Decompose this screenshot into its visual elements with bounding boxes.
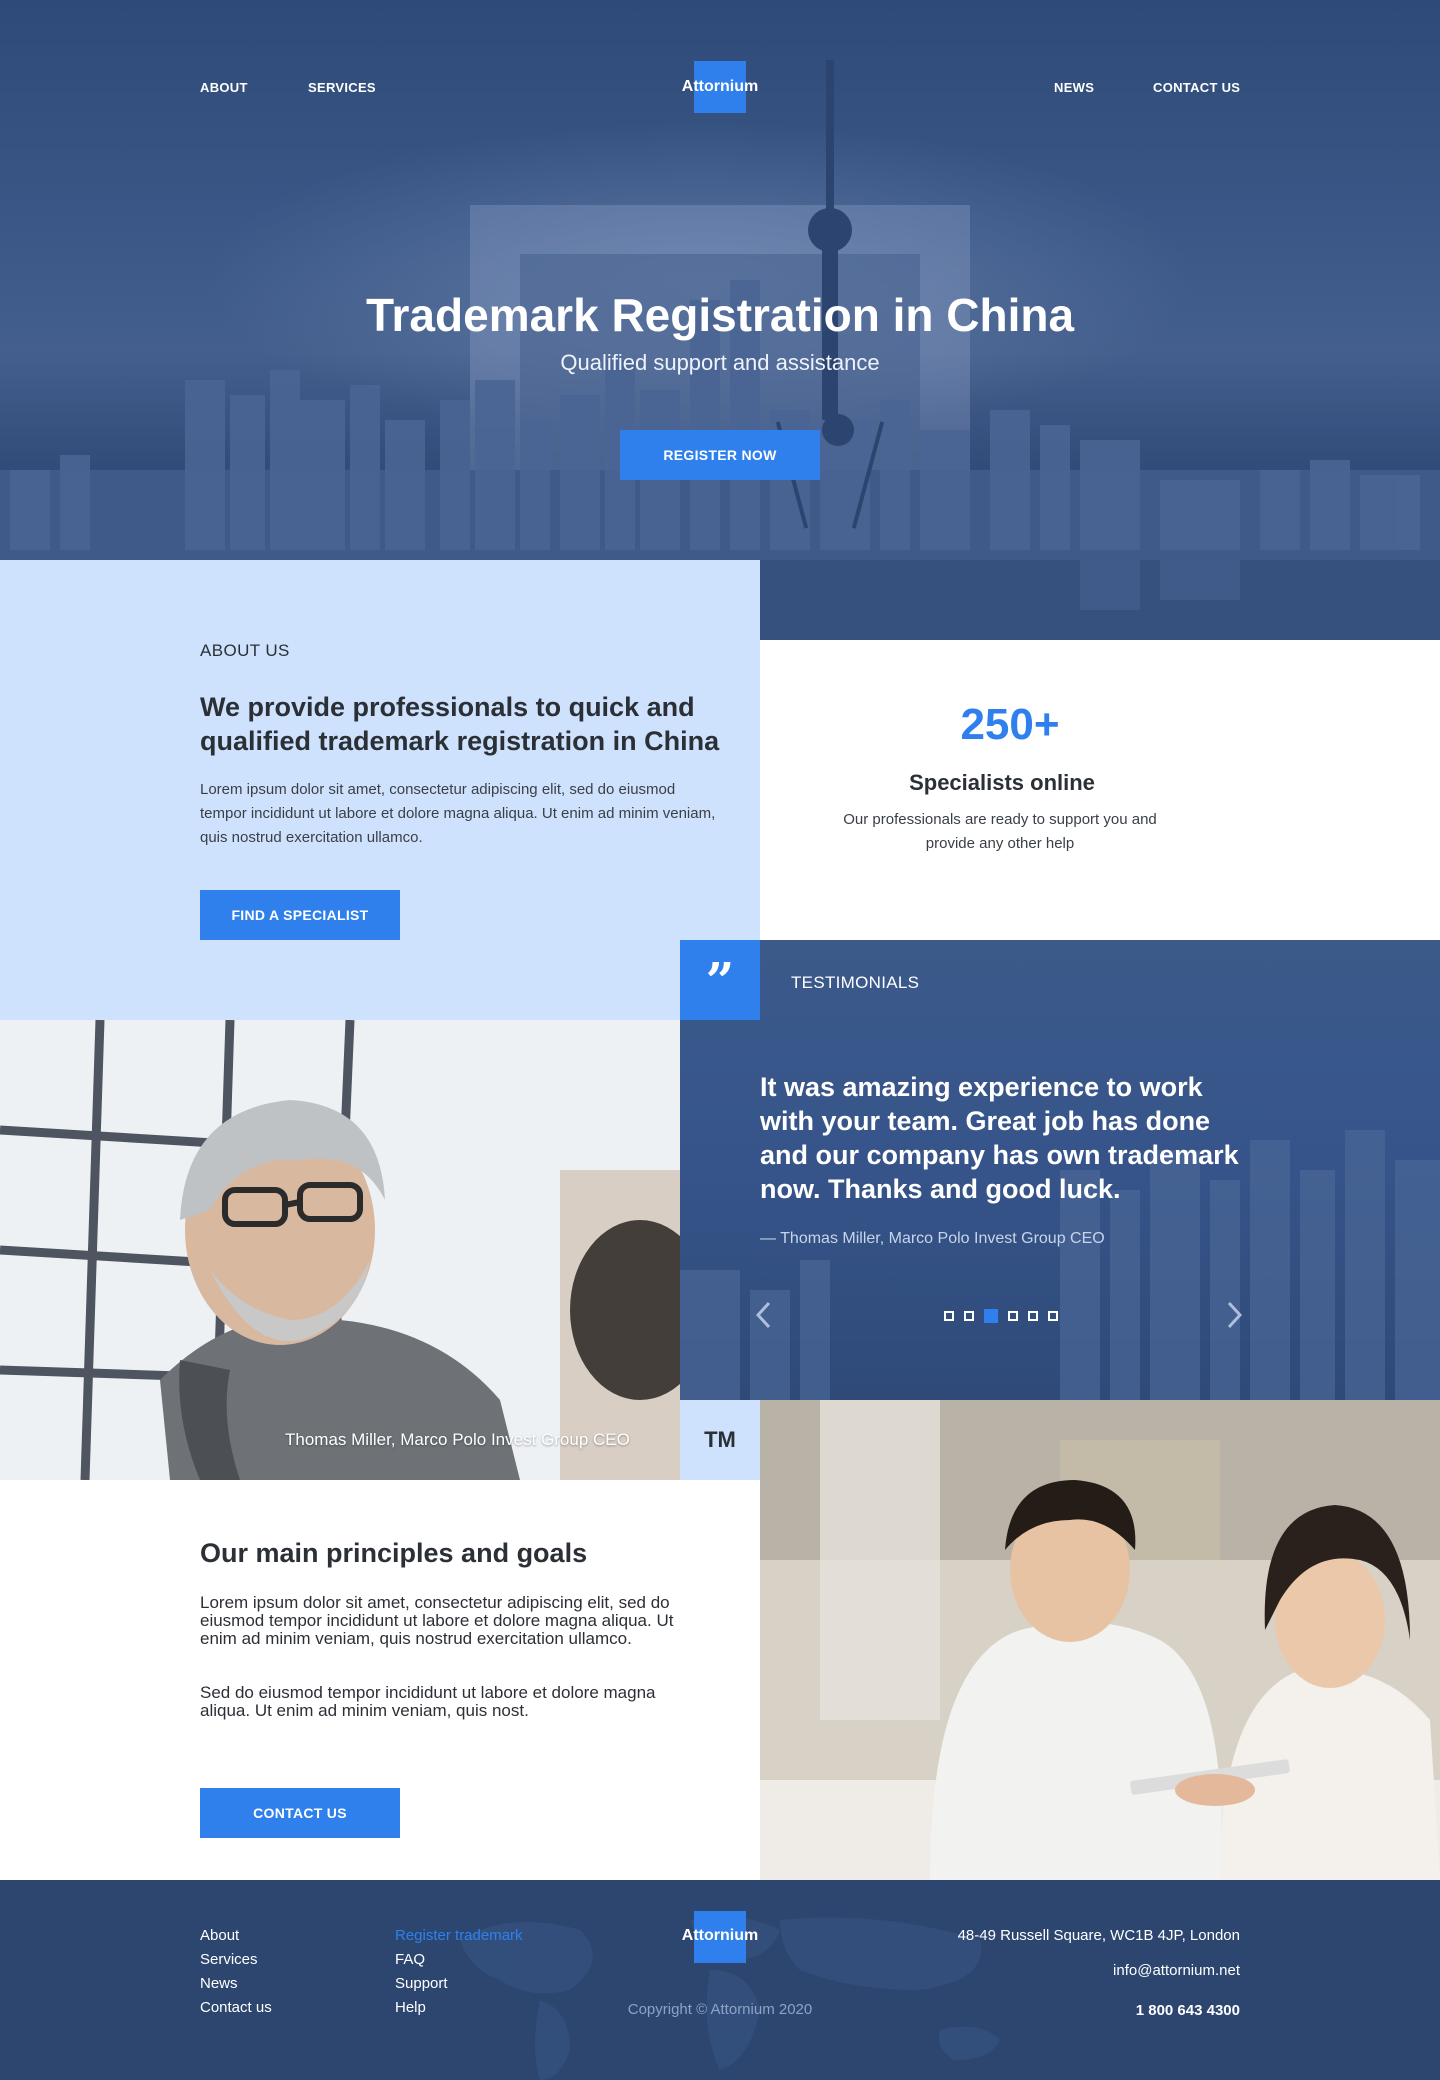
register-now-button[interactable]: REGISTER NOW bbox=[620, 430, 820, 480]
footer-phone[interactable]: 1 800 643 4300 bbox=[1136, 2002, 1240, 2019]
chevron-right-icon[interactable] bbox=[1226, 1300, 1244, 1336]
nav-contact-us[interactable]: CONTACT US bbox=[1153, 80, 1240, 95]
principles-paragraph-1: Lorem ipsum dolor sit amet, consectetur … bbox=[200, 1593, 674, 1648]
person-photo-image bbox=[0, 1020, 680, 1480]
carousel-dot-4[interactable] bbox=[1008, 1311, 1018, 1321]
nav-news[interactable]: NEWS bbox=[1054, 80, 1094, 95]
hero-title: Trademark Registration in China bbox=[365, 289, 1075, 341]
quote-icon: ” bbox=[680, 940, 760, 1020]
tm-badge: TM bbox=[680, 1400, 760, 1480]
footer-link-contact-us[interactable]: Contact us bbox=[200, 1999, 272, 2016]
about-eyebrow: ABOUT US bbox=[200, 641, 290, 660]
about-body: Lorem ipsum dolor sit amet, consectetur … bbox=[200, 781, 716, 846]
carousel-dot-1[interactable] bbox=[944, 1311, 954, 1321]
chevron-left-icon[interactable] bbox=[754, 1300, 772, 1336]
principles-paragraph-2: Sed do eiusmod tempor incididunt ut labo… bbox=[200, 1683, 656, 1720]
logo[interactable]: Attornium bbox=[660, 78, 780, 96]
footer-address: 48-49 Russell Square, WC1B 4JP, London bbox=[957, 1927, 1240, 1944]
nav-about[interactable]: ABOUT bbox=[200, 80, 248, 95]
carousel-dot-5[interactable] bbox=[1028, 1311, 1038, 1321]
footer-logo[interactable]: Attornium bbox=[660, 1927, 780, 1945]
stat-description: Our professionals are ready to support y… bbox=[843, 811, 1157, 852]
nav-services[interactable]: SERVICES bbox=[308, 80, 376, 95]
testimonial-author: — Thomas Miller, Marco Polo Invest Group… bbox=[760, 1230, 1105, 1247]
footer-link-services[interactable]: Services bbox=[200, 1951, 258, 1968]
footer-link-register-trademark[interactable]: Register trademark bbox=[395, 1927, 523, 1944]
footer-link-news[interactable]: News bbox=[200, 1975, 238, 1992]
testimonials-label: TESTIMONIALS bbox=[791, 973, 920, 992]
carousel-dot-2[interactable] bbox=[964, 1311, 974, 1321]
about-section: ABOUT US We provide professionals to qui… bbox=[0, 560, 760, 1020]
team-photo bbox=[760, 1400, 1440, 1880]
principles-heading: Our main principles and goals bbox=[200, 1538, 588, 1568]
stat-title: Specialists online bbox=[909, 770, 1095, 795]
testimonial-quote: It was amazing experience to work with y… bbox=[760, 1072, 1239, 1204]
footer-link-faq[interactable]: FAQ bbox=[395, 1951, 425, 1968]
footer-link-about[interactable]: About bbox=[200, 1927, 239, 1944]
footer-link-support[interactable]: Support bbox=[395, 1975, 448, 1992]
carousel-dot-3[interactable] bbox=[984, 1309, 998, 1323]
footer-link-help[interactable]: Help bbox=[395, 1999, 426, 2016]
carousel-dot-6[interactable] bbox=[1048, 1311, 1058, 1321]
about-heading: We provide professionals to quick and qu… bbox=[200, 692, 720, 756]
footer-copyright: Copyright © Attornium 2020 bbox=[627, 2001, 813, 2018]
hero-section: ABOUT SERVICES Attornium NEWS CONTACT US… bbox=[0, 0, 1440, 640]
testimonial-person-photo bbox=[0, 1020, 680, 1480]
carousel-dots bbox=[944, 1309, 1058, 1323]
footer-email[interactable]: info@attornium.net bbox=[1113, 1962, 1240, 1979]
team-photo-image bbox=[760, 1400, 1440, 1880]
contact-us-button[interactable]: CONTACT US bbox=[200, 1788, 400, 1838]
hero-subtitle: Qualified support and assistance bbox=[560, 350, 880, 375]
stat-number: 250+ bbox=[960, 700, 1060, 749]
find-specialist-button[interactable]: FIND A SPECIALIST bbox=[200, 890, 400, 940]
photo-caption: Thomas Miller, Marco Polo Invest Group C… bbox=[285, 1430, 630, 1449]
